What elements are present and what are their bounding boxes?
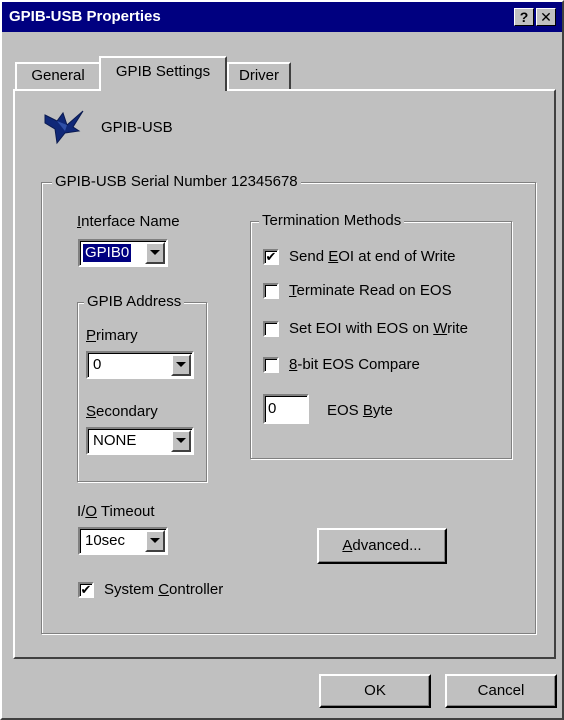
serial-number-group: GPIB-USB Serial Number 12345678 Interfac… — [41, 173, 536, 634]
ni-logo-icon — [44, 110, 84, 145]
termination-methods-group: Termination Methods ✔ Send EOI at end of… — [250, 212, 512, 459]
secondary-label: Secondary — [86, 403, 158, 420]
eos-byte-input[interactable]: 0 — [263, 394, 309, 424]
primary-address-combo[interactable]: 0 — [86, 351, 194, 379]
io-timeout-combo[interactable]: 10sec — [78, 527, 168, 555]
tab-panel-gpib-settings: GPIB-USB GPIB-USB Serial Number 12345678… — [13, 89, 556, 659]
title-bar[interactable]: GPIB-USB Properties ? ✕ — [2, 2, 562, 32]
interface-name-value: GPIB0 — [81, 243, 133, 263]
close-button[interactable]: ✕ — [536, 8, 556, 26]
eight-bit-eos-label: 8-bit EOS Compare — [289, 356, 420, 373]
close-icon: ✕ — [540, 9, 552, 25]
set-eoi-with-eos-checkbox[interactable] — [263, 321, 279, 337]
primary-address-value: 0 — [93, 356, 102, 373]
interface-name-dropdown-arrow-icon[interactable] — [145, 242, 165, 264]
interface-name-combo[interactable]: GPIB0 — [78, 239, 168, 267]
io-timeout-label: I/O Timeout — [77, 503, 155, 520]
tab-driver-label: Driver — [239, 67, 279, 84]
cancel-button[interactable]: Cancel — [445, 674, 557, 708]
device-name: GPIB-USB — [101, 119, 173, 136]
tab-driver[interactable]: Driver — [227, 62, 291, 90]
primary-dropdown-arrow-icon[interactable] — [171, 354, 191, 376]
eight-bit-eos-checkbox[interactable] — [263, 357, 279, 373]
tab-gpib-settings[interactable]: GPIB Settings — [99, 56, 227, 91]
termination-methods-title: Termination Methods — [259, 212, 405, 230]
gpib-address-title: GPIB Address — [84, 293, 185, 311]
io-timeout-dropdown-arrow-icon[interactable] — [145, 530, 165, 552]
interface-name-label: Interface Name — [77, 213, 180, 230]
set-eoi-with-eos-label: Set EOI with EOS on Write — [289, 320, 468, 337]
secondary-address-combo[interactable]: NONE — [86, 427, 194, 455]
advanced-button[interactable]: Advanced... — [317, 528, 447, 564]
ok-button[interactable]: OK — [319, 674, 431, 708]
eos-byte-label: EOS Byte — [327, 402, 393, 419]
io-timeout-value: 10sec — [85, 532, 126, 549]
system-controller-label: System Controller — [104, 581, 224, 598]
system-controller-checkbox[interactable]: ✔ — [78, 582, 94, 598]
tab-general-label: General — [31, 67, 85, 84]
gpib-address-group: GPIB Address Primary 0 Secondary NONE — [77, 293, 207, 482]
window-title: GPIB-USB Properties — [9, 8, 161, 25]
secondary-address-value: NONE — [93, 432, 137, 449]
properties-dialog: GPIB-USB Properties ? ✕ General GPIB Set… — [0, 0, 564, 720]
serial-number-title: GPIB-USB Serial Number 12345678 — [52, 173, 301, 191]
tab-gpib-settings-label: GPIB Settings — [115, 63, 211, 80]
terminate-read-checkbox[interactable] — [263, 283, 279, 299]
help-button[interactable]: ? — [514, 8, 534, 26]
tab-general[interactable]: General — [15, 62, 101, 90]
send-eoi-label: Send EOI at end of Write — [289, 248, 456, 265]
terminate-read-label: Terminate Read on EOS — [289, 282, 452, 299]
send-eoi-checkbox[interactable]: ✔ — [263, 249, 279, 265]
primary-label: Primary — [86, 327, 138, 344]
secondary-dropdown-arrow-icon[interactable] — [171, 430, 191, 452]
